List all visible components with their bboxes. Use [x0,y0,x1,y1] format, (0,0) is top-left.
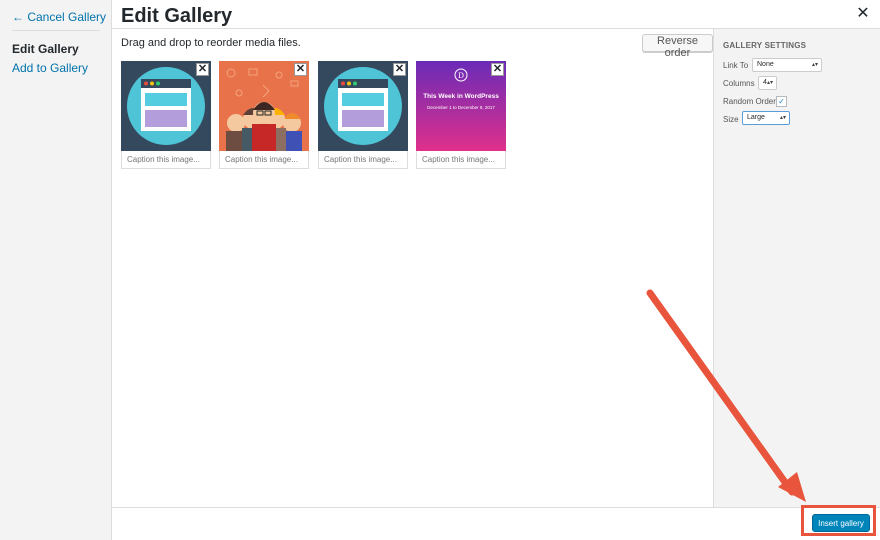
gallery-content: Drag and drop to reorder media files. Re… [112,29,713,507]
columns-select[interactable]: 4 ▴▾ [758,76,777,90]
select-arrows-icon: ▴▾ [779,115,786,121]
attachment-thumbnail[interactable]: ✕ [318,61,408,151]
gallery-attachment[interactable]: ✕ Caption this image... [219,61,309,169]
banner-title: This Week in WordPress [423,93,499,100]
svg-text:D: D [458,71,464,80]
gallery-attachment[interactable]: D This Week in WordPress December 1 to D… [416,61,506,169]
select-arrows-icon: ▴▾ [766,80,773,86]
media-toolbar [112,508,880,540]
attachment-thumbnail[interactable]: ✕ [121,61,211,151]
caption-field[interactable]: Caption this image... [416,151,506,169]
page-title: Edit Gallery [121,5,233,27]
columns-label: Columns [723,79,755,88]
size-value: Large [747,114,765,121]
close-icon[interactable]: ✕ [854,5,872,23]
cancel-gallery-link[interactable]: ← Cancel Gallery [12,10,106,24]
link-to-select[interactable]: None ▴▾ [752,58,822,72]
attachment-thumbnail[interactable]: D This Week in WordPress December 1 to D… [416,61,506,151]
remove-attachment-button[interactable]: ✕ [393,63,406,76]
link-to-label: Link To [723,61,749,70]
media-menu: ← Cancel Gallery Edit Gallery Add to Gal… [0,0,112,540]
caption-field[interactable]: Caption this image... [318,151,408,169]
insert-gallery-button[interactable]: Insert gallery [812,514,870,532]
select-arrows-icon: ▴▾ [811,62,818,68]
banner-dates: December 1 to December 8, 2017 [427,105,495,110]
instructions-text: Drag and drop to reorder media files. [121,37,301,49]
remove-attachment-button[interactable]: ✕ [196,63,209,76]
attachment-thumbnail[interactable]: ✕ [219,61,309,151]
caption-field[interactable]: Caption this image... [219,151,309,169]
caption-field[interactable]: Caption this image... [121,151,211,169]
add-to-gallery-link[interactable]: Add to Gallery [12,61,88,75]
link-to-value: None [757,61,774,68]
remove-attachment-button[interactable]: ✕ [491,63,504,76]
menu-separator [12,30,100,31]
gallery-settings-panel: GALLERY SETTINGS Link To None ▴▾ Columns… [713,29,880,507]
size-select[interactable]: Large ▴▾ [742,111,790,125]
menu-item-edit-gallery[interactable]: Edit Gallery [12,42,79,56]
gallery-attachment[interactable]: ✕ Caption this image... [121,61,211,169]
remove-attachment-button[interactable]: ✕ [294,63,307,76]
gallery-attachment[interactable]: ✕ Caption this image... [318,61,408,169]
random-order-label: Random Order [723,97,776,106]
random-order-checkbox[interactable]: ✓ [776,96,787,107]
settings-heading: GALLERY SETTINGS [723,41,807,50]
size-label: Size [723,115,739,124]
reverse-order-button[interactable]: Reverse order [642,34,713,59]
